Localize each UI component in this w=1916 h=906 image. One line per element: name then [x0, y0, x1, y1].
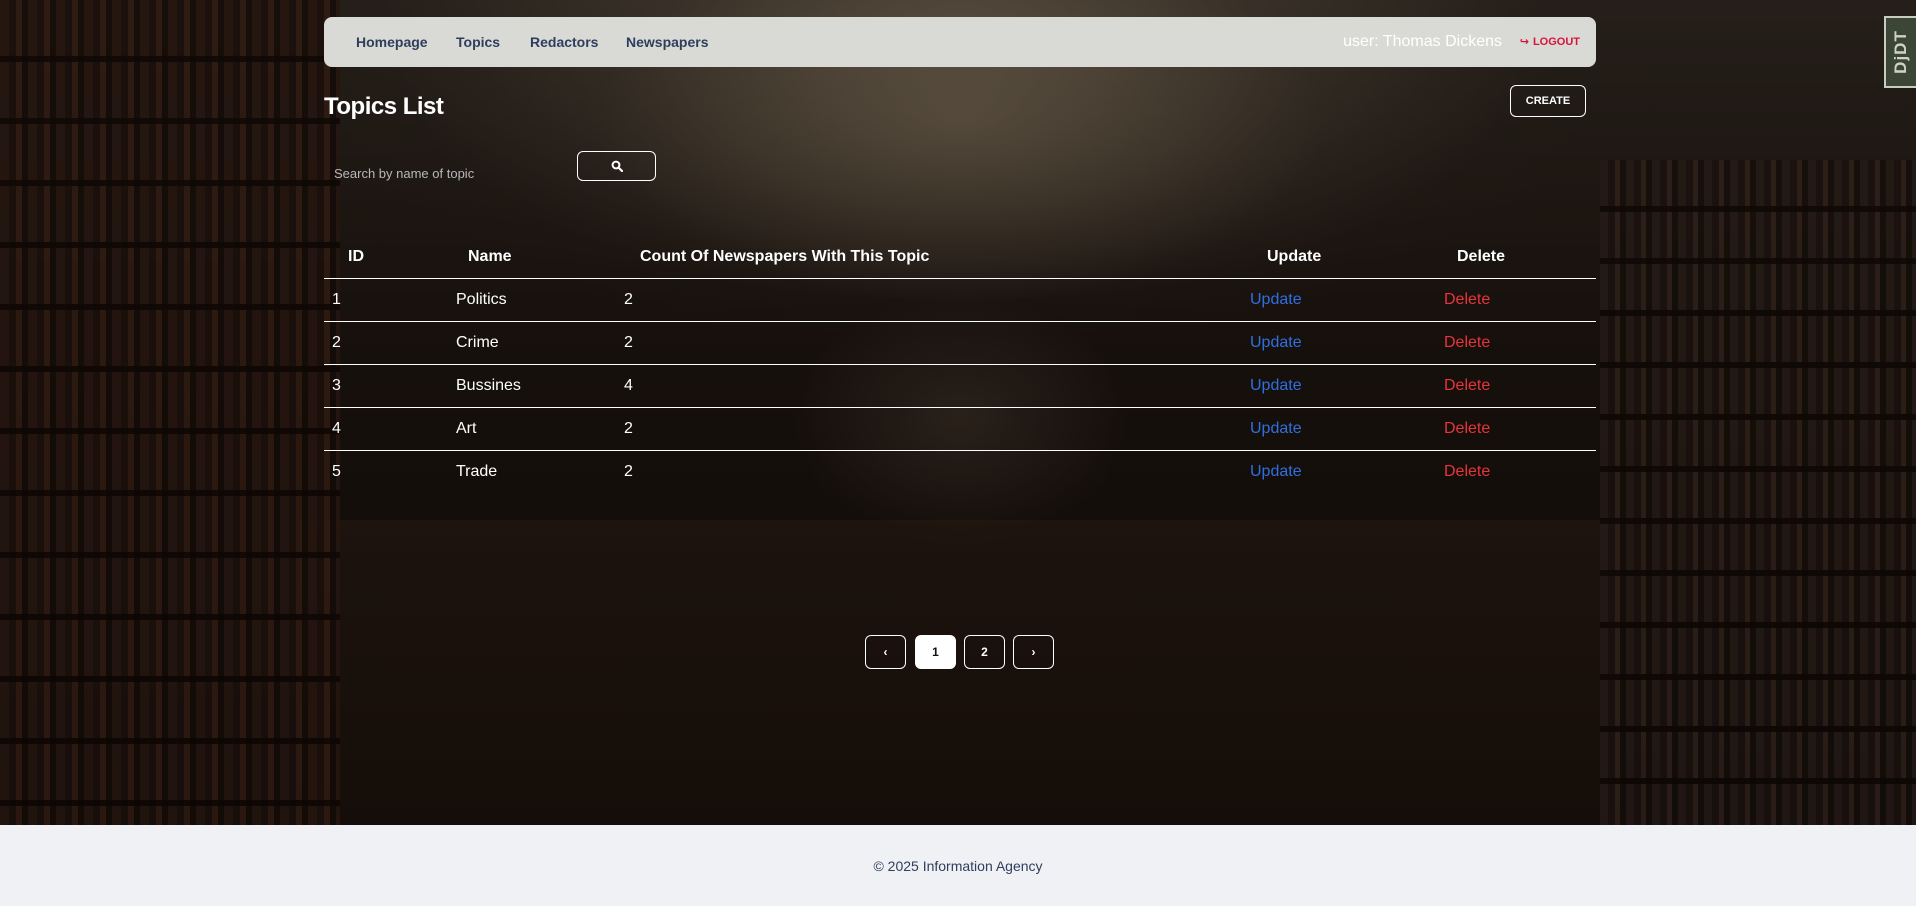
- topics-table: ID Name Count Of Newspapers With This To…: [324, 236, 1596, 493]
- update-link[interactable]: Update: [1250, 377, 1302, 394]
- debug-toolbar-label: DjDT: [1891, 30, 1911, 74]
- delete-link[interactable]: Delete: [1444, 291, 1490, 308]
- navbar: Homepage Topics Redactors Newspapers use…: [324, 17, 1596, 67]
- cell-count: 4: [624, 364, 1216, 408]
- column-header-name: Name: [452, 236, 624, 279]
- footer: © 2025 Information Agency: [0, 825, 1916, 906]
- update-link[interactable]: Update: [1250, 463, 1302, 480]
- cell-name: Crime: [452, 321, 624, 365]
- delete-link[interactable]: Delete: [1444, 463, 1490, 480]
- table-row: 2 Crime 2 Update Delete: [324, 321, 1596, 365]
- column-header-id: ID: [324, 236, 452, 279]
- logout-button[interactable]: ↪ LOGOUT: [1520, 17, 1580, 67]
- cell-count: 2: [624, 321, 1216, 365]
- cell-name: Politics: [452, 278, 624, 322]
- delete-link[interactable]: Delete: [1444, 420, 1490, 437]
- sign-out-icon: ↪: [1519, 36, 1529, 48]
- cell-name: Trade: [456, 463, 498, 480]
- column-header-count: Count Of Newspapers With This Topic: [624, 236, 1216, 279]
- nav-link-redactors[interactable]: Redactors: [530, 17, 598, 67]
- nav-link-homepage[interactable]: Homepage: [356, 17, 428, 67]
- cell-count: 2: [624, 407, 1216, 451]
- cell-count: 2: [624, 463, 633, 480]
- cell-count: 2: [624, 278, 1216, 322]
- table-row: 3 Bussines 4 Update Delete: [324, 364, 1596, 408]
- page-1-button[interactable]: 1: [915, 635, 956, 669]
- cell-id: 4: [324, 407, 452, 451]
- cell-id: 1: [324, 278, 452, 322]
- search-button[interactable]: [577, 151, 656, 181]
- column-header-update: Update: [1216, 236, 1408, 279]
- delete-link[interactable]: Delete: [1444, 334, 1490, 351]
- logout-label: LOGOUT: [1532, 36, 1580, 48]
- table-row: 5 Trade 2 Update Delete: [324, 451, 1596, 494]
- debug-toolbar-handle[interactable]: DjDT: [1884, 16, 1916, 88]
- create-button[interactable]: CREATE: [1510, 85, 1586, 117]
- cell-id: 2: [324, 321, 452, 365]
- page-2-button[interactable]: 2: [964, 635, 1005, 669]
- cell-id: 5: [332, 463, 341, 480]
- nav-link-topics[interactable]: Topics: [456, 17, 500, 67]
- current-user: user: Thomas Dickens: [1343, 33, 1502, 50]
- footer-copyright: © 2025 Information Agency: [873, 857, 1043, 874]
- page-title: Topics List: [324, 93, 444, 120]
- update-link[interactable]: Update: [1250, 334, 1302, 351]
- page-next-button[interactable]: ›: [1013, 635, 1054, 669]
- update-link[interactable]: Update: [1250, 291, 1302, 308]
- table-row: 4 Art 2 Update Delete: [324, 407, 1596, 451]
- column-header-delete: Delete: [1408, 236, 1596, 279]
- update-link[interactable]: Update: [1250, 420, 1302, 437]
- page-prev-button[interactable]: ‹: [865, 635, 906, 669]
- table-row: 1 Politics 2 Update Delete: [324, 278, 1596, 322]
- search-input[interactable]: [324, 157, 554, 189]
- cell-id: 3: [324, 364, 452, 408]
- nav-link-newspapers[interactable]: Newspapers: [626, 17, 708, 67]
- delete-link[interactable]: Delete: [1444, 377, 1490, 394]
- table-header-row: ID Name Count Of Newspapers With This To…: [324, 236, 1596, 279]
- cell-name: Art: [452, 407, 624, 451]
- search-icon: [611, 160, 623, 172]
- cell-name: Bussines: [452, 364, 624, 408]
